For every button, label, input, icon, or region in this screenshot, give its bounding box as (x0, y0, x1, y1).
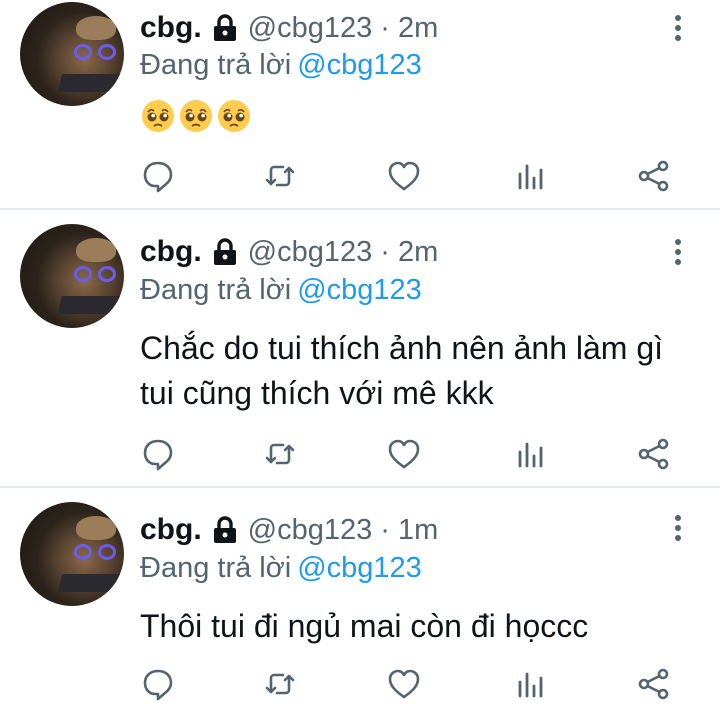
pleading-face-emoji-icon (180, 100, 212, 132)
separator-dot: · (380, 513, 390, 546)
reply-context: Đang trả lời @cbg123 (140, 552, 422, 585)
more-options-icon[interactable] (664, 512, 692, 544)
analytics-icon[interactable] (512, 436, 548, 472)
tweet-header: cbg. @cbg123 · 2m (140, 8, 438, 48)
reply-prefix: Đang trả lời (140, 274, 292, 306)
reply-icon[interactable] (140, 436, 176, 472)
tweet-2[interactable]: cbg. @cbg123 · 2m Đang trả lời @cbg123 Ch… (0, 210, 720, 486)
tweet-actions (140, 158, 680, 194)
separator-dot: · (380, 235, 390, 268)
share-icon[interactable] (636, 666, 672, 702)
retweet-icon[interactable] (262, 666, 298, 702)
user-handle[interactable]: @cbg123 (248, 514, 373, 547)
pleading-face-emoji-icon (142, 100, 174, 132)
like-icon[interactable] (386, 666, 422, 702)
retweet-icon[interactable] (262, 436, 298, 472)
tweet-3[interactable]: cbg. @cbg123 · 1m Đang trả lời @cbg123 Th… (0, 488, 720, 705)
reply-prefix: Đang trả lời (140, 552, 292, 584)
more-options-icon[interactable] (664, 12, 692, 44)
timestamp[interactable]: 2m (398, 12, 438, 45)
tweet-actions (140, 666, 680, 702)
reply-context: Đang trả lời @cbg123 (140, 49, 422, 82)
share-icon[interactable] (636, 436, 672, 472)
avatar[interactable] (20, 502, 124, 606)
timestamp[interactable]: 2m (398, 236, 438, 269)
separator-dot: · (380, 11, 390, 44)
avatar[interactable] (20, 2, 124, 106)
reply-context: Đang trả lời @cbg123 (140, 274, 422, 307)
lock-icon (213, 238, 236, 265)
tweet-header: cbg. @cbg123 · 2m (140, 232, 438, 272)
analytics-icon[interactable] (512, 666, 548, 702)
reply-mention[interactable]: @cbg123 (297, 49, 422, 81)
reply-icon[interactable] (140, 666, 176, 702)
timestamp[interactable]: 1m (398, 514, 438, 547)
retweet-icon[interactable] (262, 158, 298, 194)
tweet-emojis (140, 98, 252, 134)
display-name[interactable]: cbg. (140, 11, 202, 45)
tweet-text: Thôi tui đi ngủ mai còn đi họccc (140, 608, 589, 644)
user-handle[interactable]: @cbg123 (248, 236, 373, 269)
reply-prefix: Đang trả lời (140, 49, 292, 81)
lock-icon (213, 516, 236, 543)
tweet-header: cbg. @cbg123 · 1m (140, 510, 438, 550)
tweet-actions (140, 436, 680, 472)
user-handle[interactable]: @cbg123 (248, 12, 373, 45)
display-name[interactable]: cbg. (140, 513, 202, 547)
analytics-icon[interactable] (512, 158, 548, 194)
avatar[interactable] (20, 224, 124, 328)
tweet-text: Chắc do tui thích ảnh nên ảnh làm gì tui… (140, 330, 664, 411)
like-icon[interactable] (386, 436, 422, 472)
share-icon[interactable] (636, 158, 672, 194)
pleading-face-emoji-icon (218, 100, 250, 132)
reply-icon[interactable] (140, 158, 176, 194)
reply-mention[interactable]: @cbg123 (297, 274, 422, 306)
tweet-1[interactable]: cbg. @cbg123 · 2m Đang trả lời @cbg123 (0, 0, 720, 208)
more-options-icon[interactable] (664, 236, 692, 268)
like-icon[interactable] (386, 158, 422, 194)
reply-mention[interactable]: @cbg123 (297, 552, 422, 584)
display-name[interactable]: cbg. (140, 235, 202, 269)
lock-icon (213, 14, 236, 41)
